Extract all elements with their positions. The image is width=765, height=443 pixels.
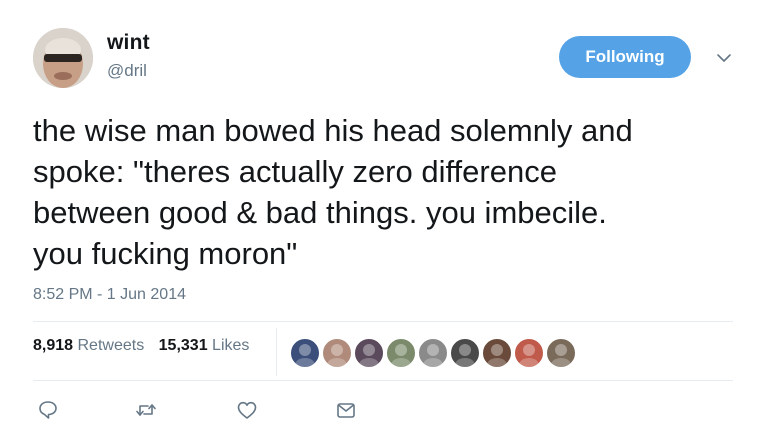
likes-count: 15,331: [158, 337, 208, 354]
following-button[interactable]: Following: [559, 36, 691, 78]
retweets-stat[interactable]: 8,918 Retweets: [33, 337, 144, 354]
liker-avatar-9[interactable]: [546, 338, 576, 368]
liker-avatar-6[interactable]: [450, 338, 480, 368]
retweets-label: Retweets: [77, 337, 145, 354]
user-handle[interactable]: @dril: [107, 61, 147, 81]
retweet-icon[interactable]: [134, 398, 158, 422]
retweets-count: 8,918: [33, 337, 74, 354]
profile-avatar[interactable]: [33, 28, 93, 88]
divider-top: [33, 321, 733, 322]
divider-bottom: [33, 380, 733, 381]
liker-avatar-8[interactable]: [514, 338, 544, 368]
liker-avatar-3[interactable]: [354, 338, 384, 368]
stats-separator: [276, 328, 277, 376]
chevron-down-icon[interactable]: [715, 50, 733, 66]
display-name[interactable]: wint: [107, 31, 150, 55]
likes-label: Likes: [212, 337, 250, 354]
tweet-card: wint @dril Following the wise man bowed …: [0, 0, 765, 443]
liker-avatar-5[interactable]: [418, 338, 448, 368]
liker-avatar-1[interactable]: [290, 338, 320, 368]
likes-stat[interactable]: 15,331 Likes: [159, 337, 250, 354]
direct-message-icon[interactable]: [334, 398, 358, 422]
tweet-stats: 8,918 Retweets 15,331 Likes: [33, 337, 259, 367]
like-icon[interactable]: [235, 398, 259, 422]
liker-avatar-7[interactable]: [482, 338, 512, 368]
tweet-timestamp[interactable]: 8:52 PM - 1 Jun 2014: [33, 286, 186, 304]
liker-avatar-4[interactable]: [386, 338, 416, 368]
liker-avatar-2[interactable]: [322, 338, 352, 368]
reply-icon[interactable]: [36, 398, 60, 422]
tweet-text: the wise man bowed his head solemnly and…: [33, 113, 633, 271]
